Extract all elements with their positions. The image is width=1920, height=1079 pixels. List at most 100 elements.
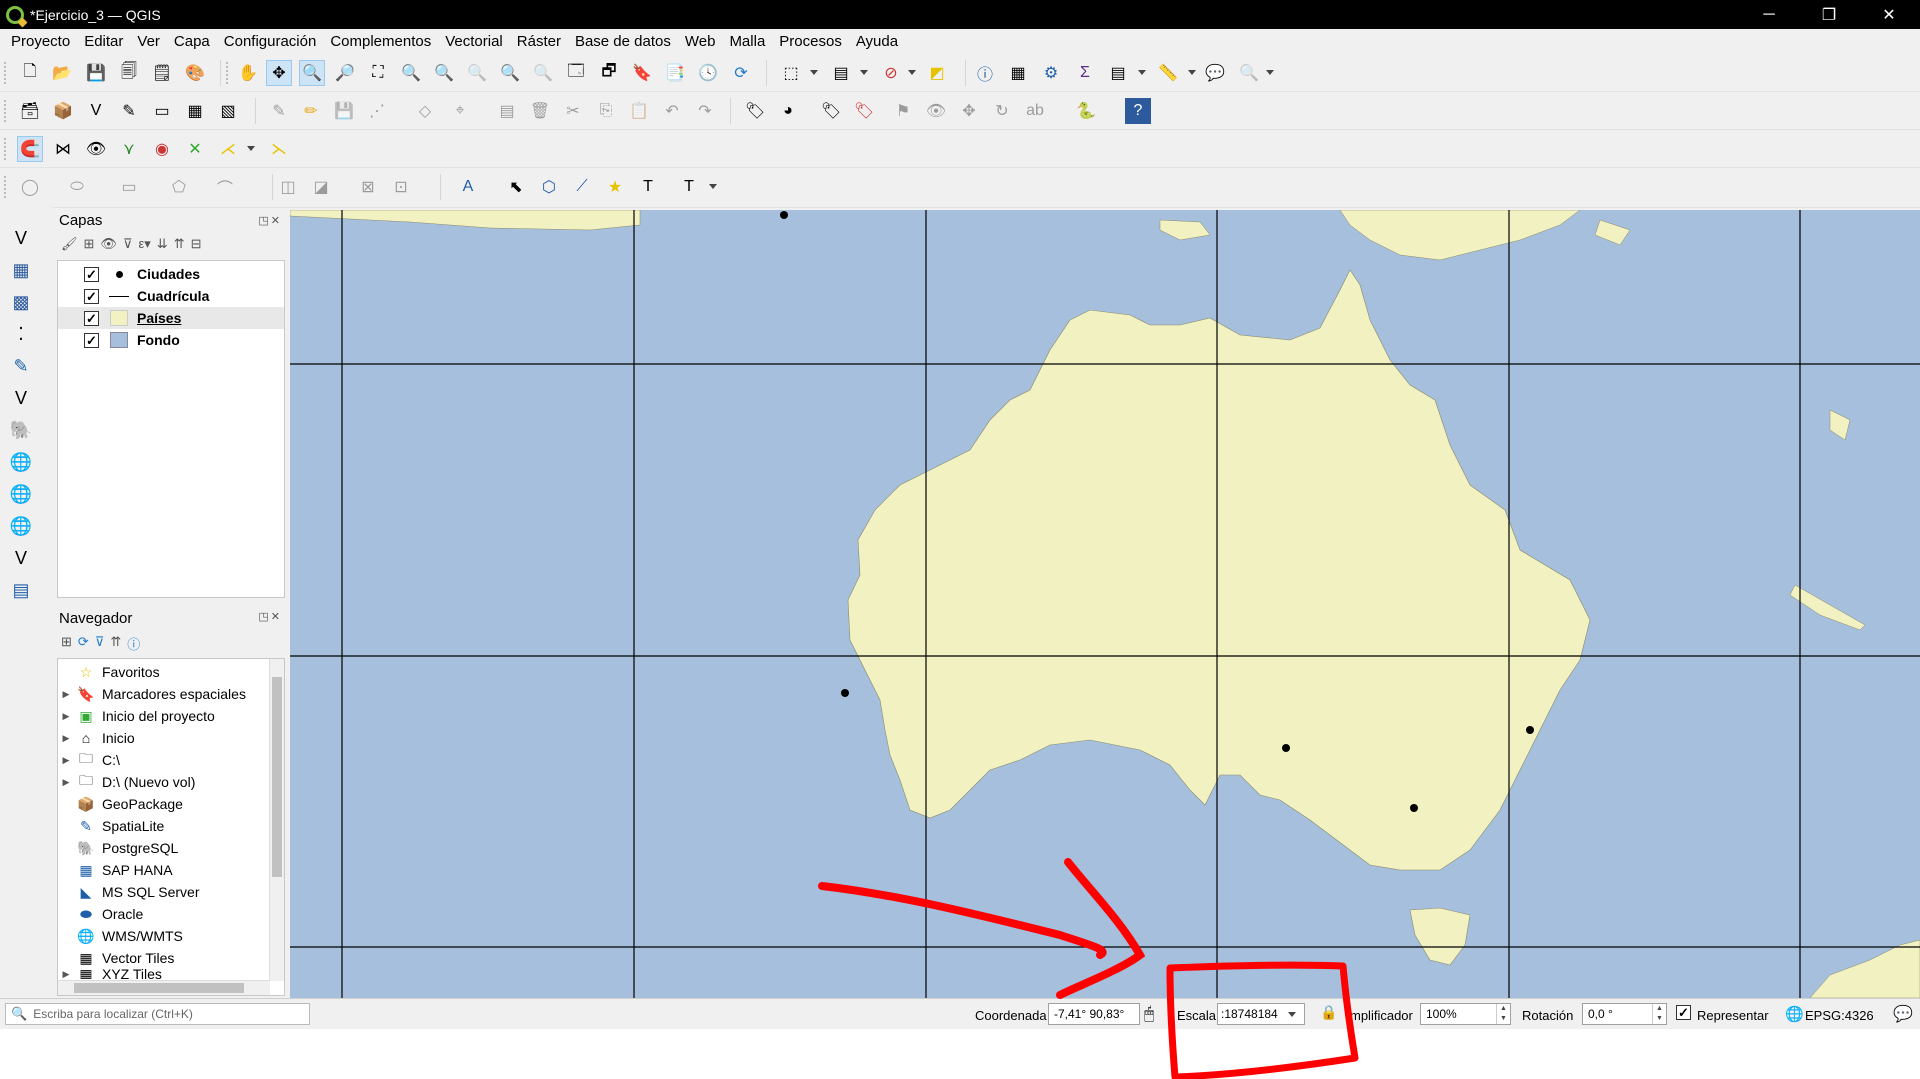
scale-dropdown-icon[interactable] (1288, 1012, 1296, 1017)
measure-dropdown-icon[interactable] (1188, 70, 1196, 75)
browser-item-favoritos[interactable]: ☆ Favoritos (58, 661, 268, 683)
scale-combobox[interactable]: :18748184 (1217, 1003, 1305, 1025)
add-vector-tile-layer-icon[interactable]: V (7, 544, 35, 572)
current-edits-icon[interactable]: ✎ (266, 98, 292, 124)
layer-visibility-checkbox[interactable]: ✓ (84, 310, 99, 326)
browser-item-xyz-tiles[interactable]: ▶ ▦ XYZ Tiles (58, 969, 268, 979)
cut-features-icon[interactable]: ✂ (560, 98, 586, 124)
add-annotation-polygon-icon[interactable]: ⬡ (536, 174, 562, 200)
zoom-to-selection-icon[interactable]: 🔍 (398, 60, 424, 86)
save-project-icon[interactable]: 💾 (83, 60, 109, 86)
zoom-to-layer-icon[interactable]: 🔍 (431, 60, 457, 86)
browser-item-spatialite[interactable]: ✎ SpatiaLite (58, 815, 268, 837)
add-wms-layer-icon[interactable]: 🌐 (7, 448, 35, 476)
lock-scale-icon[interactable]: 🔒 (1320, 1004, 1337, 1021)
messages-icon[interactable]: 💬 (1893, 1004, 1913, 1024)
map-tips-icon[interactable]: 💬 (1202, 60, 1228, 86)
layer-visibility-checkbox[interactable]: ✓ (84, 332, 99, 348)
add-group-icon[interactable]: ⊞ (84, 236, 95, 256)
toolbar-grip[interactable] (4, 138, 8, 160)
self-snapping-icon[interactable]: ⋋ (266, 136, 292, 162)
new-map-view-icon[interactable]: 🗔 (563, 60, 589, 86)
map-canvas[interactable] (290, 210, 1920, 998)
show-hide-labels-icon[interactable]: 👁 (923, 98, 949, 124)
undo-icon[interactable]: ↶ (659, 98, 685, 124)
help-icon[interactable]: ? (1125, 98, 1151, 124)
spin-arrows-icon[interactable]: ▲ ▼ (1496, 1004, 1510, 1024)
pin-labels-icon[interactable]: ⚑ (890, 98, 916, 124)
menu-malla[interactable]: Malla (722, 29, 772, 54)
filter-legend-icon[interactable]: ⊽ (123, 236, 133, 256)
show-bookmarks-icon[interactable]: 📑 (662, 60, 688, 86)
layout-manager-icon[interactable]: 🗒 (149, 60, 175, 86)
reshape-icon[interactable]: ◫ (275, 174, 301, 200)
deselect-dropdown-icon[interactable] (908, 70, 916, 75)
scrollbar-thumb[interactable] (272, 677, 282, 877)
toggle-extents-icon[interactable]: 🖱 (1144, 1004, 1154, 1024)
menu-editar[interactable]: Editar (77, 29, 130, 54)
collapse-all-icon[interactable]: ⇈ (174, 236, 185, 256)
rotate-label-icon[interactable]: ↻ (989, 98, 1015, 124)
add-annotation-line-icon[interactable]: ⟋ (569, 174, 595, 200)
layer-row-fondo[interactable]: ✓ Fondo (58, 329, 284, 351)
browser-item-vector-tiles[interactable]: ▦ Vector Tiles (58, 947, 268, 969)
browser-item-oracle[interactable]: ⬬ Oracle (58, 903, 268, 925)
render-checkbox[interactable]: ✓ (1676, 1005, 1691, 1020)
text-annotation-dropdown-icon[interactable] (709, 184, 717, 189)
menu-raster[interactable]: Ráster (510, 29, 568, 54)
split-features-icon[interactable]: ⊠ (355, 174, 381, 200)
browser-item-postgresql[interactable]: 🐘 PostgreSQL (58, 837, 268, 859)
label-mask-icon[interactable]: 🏷 (851, 98, 877, 124)
new-geopackage-layer-icon[interactable]: 📦 (50, 98, 76, 124)
merge-features-icon[interactable]: ⊡ (388, 174, 414, 200)
layer-visibility-checkbox[interactable]: ✓ (84, 288, 99, 304)
add-postgis-layer-icon[interactable]: 🐘 (7, 416, 35, 444)
delete-selected-icon[interactable]: 🗑 (527, 98, 553, 124)
statistical-summary-icon[interactable]: Σ (1072, 60, 1098, 86)
add-delimited-text-icon[interactable]: ⁚ (7, 320, 35, 348)
select-dropdown-icon[interactable] (810, 70, 818, 75)
snapping-magnet-icon[interactable]: 🧲 (17, 136, 43, 162)
globe-icon[interactable]: 🌐 (1785, 1005, 1804, 1023)
menu-procesos[interactable]: Procesos (772, 29, 849, 54)
magnifier-spinbox[interactable]: 100% ▲ ▼ (1420, 1003, 1511, 1025)
locator-search-field[interactable]: 🔍 Escriba para localizar (Ctrl+K) (5, 1003, 310, 1025)
layer-row-paises[interactable]: ✓ Países (58, 307, 284, 329)
coordinate-field[interactable]: -7,41° 90,83° (1048, 1003, 1140, 1025)
python-console-icon[interactable]: 🐍 (1073, 98, 1099, 124)
layer-visibility-checkbox[interactable]: ✓ (84, 266, 99, 282)
zoom-native-icon[interactable]: 🔍 (464, 60, 490, 86)
browser-item-marcadores[interactable]: ▶ 🔖 Marcadores espaciales (58, 683, 268, 705)
refresh-icon[interactable]: ⟳ (728, 60, 754, 86)
close-button[interactable]: ✕ (1860, 0, 1918, 29)
new-spatialite-layer-icon[interactable]: ✎ (116, 98, 142, 124)
avoid-overlap-icon[interactable]: 👁 (83, 136, 109, 162)
add-spatialite-layer-icon[interactable]: ✎ (7, 352, 35, 380)
label-tool-icon[interactable]: 🏷 (742, 98, 768, 124)
expand-arrow-icon[interactable]: ▶ (58, 733, 74, 744)
filter-expression-icon[interactable]: ε▾ (138, 236, 150, 256)
new-temporary-layer-icon[interactable]: ▭ (149, 98, 175, 124)
zoom-next-icon[interactable]: 🔍 (530, 60, 556, 86)
browser-item-c-drive[interactable]: ▶ 🗀 C:\ (58, 749, 268, 771)
vertex-tool-icon[interactable]: ⌖ (447, 98, 473, 124)
menu-web[interactable]: Web (678, 29, 723, 54)
menu-ayuda[interactable]: Ayuda (849, 29, 905, 54)
new-print-layout-icon[interactable]: 🗐 (116, 60, 142, 86)
offset-curve-icon[interactable]: ◪ (308, 174, 334, 200)
processing-toolbox-icon[interactable]: ⚙ (1038, 60, 1064, 86)
menu-complementos[interactable]: Complementos (323, 29, 438, 54)
manage-visibility-icon[interactable]: 👁 (100, 236, 117, 256)
redo-icon[interactable]: ↷ (692, 98, 718, 124)
diagram-tool-icon[interactable]: ◕ (775, 98, 801, 124)
toolbar-grip[interactable] (4, 100, 8, 122)
expand-arrow-icon[interactable]: ▶ (58, 711, 74, 722)
browser-item-inicio[interactable]: ▶ ⌂ Inicio (58, 727, 268, 749)
paste-features-icon[interactable]: 📋 (626, 98, 652, 124)
browser-item-sap-hana[interactable]: ▦ SAP HANA (58, 859, 268, 881)
zoom-out-icon[interactable]: 🔎 (332, 60, 358, 86)
expand-arrow-icon[interactable]: ▶ (58, 777, 74, 788)
add-feature-icon[interactable]: ◇ (412, 98, 438, 124)
move-label-icon[interactable]: ✥ (956, 98, 982, 124)
new-mesh-layer-icon[interactable]: ▧ (215, 98, 241, 124)
